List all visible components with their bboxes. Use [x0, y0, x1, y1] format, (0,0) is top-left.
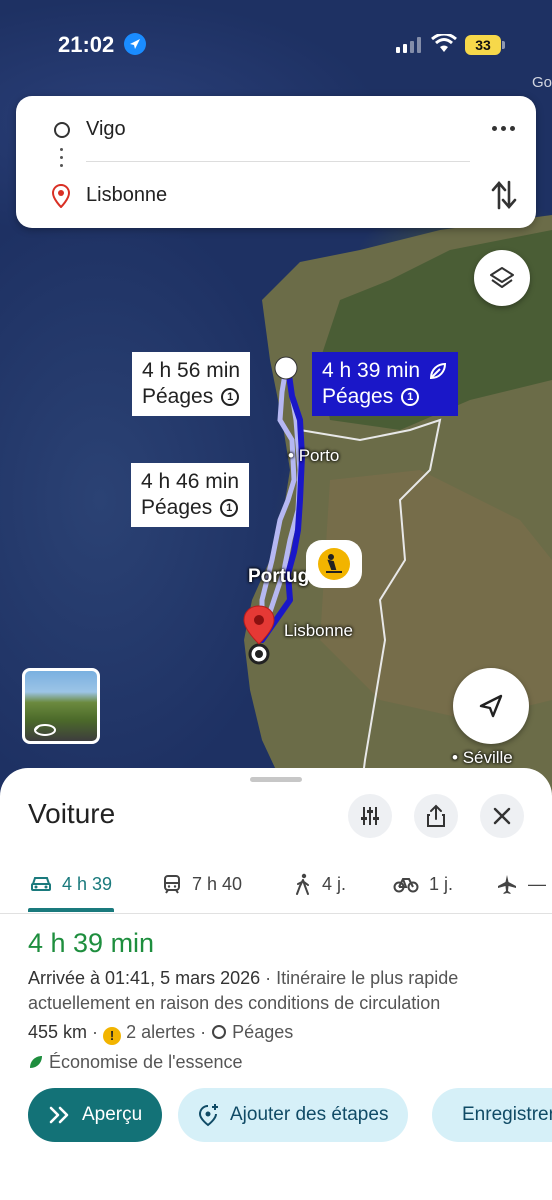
route-tolls: Péages: [141, 496, 213, 519]
sheet-title: Voiture: [28, 798, 116, 829]
battery-level: 33: [465, 35, 501, 55]
save-button[interactable]: Enregistrer: [432, 1088, 552, 1142]
status-bar: 21:02 33 Go: [0, 0, 552, 91]
route-duration: 4 h 39 min: [322, 359, 421, 382]
route-tolls: Péages: [322, 385, 394, 408]
location-arrow-icon: [124, 33, 146, 55]
city-label-lisbonne: Lisbonne: [284, 621, 354, 640]
save-label: Enregistrer: [462, 1104, 552, 1125]
route-label-alt-2[interactable]: 4 h 46 min Péages 1: [131, 463, 250, 527]
close-icon: [493, 807, 511, 825]
tab-bike[interactable]: 1 j.: [393, 864, 453, 904]
eco-leaf-icon: [430, 362, 447, 380]
navigation-arrow-icon: [479, 694, 503, 718]
eco-label: Économise de l'essence: [49, 1052, 243, 1072]
route-duration: 4 h 46 min: [141, 470, 240, 493]
double-chevron-icon: [49, 1106, 69, 1124]
roadwork-icon: [318, 548, 350, 580]
walk-icon: [296, 873, 309, 895]
directions-sheet: Voiture 4 h 39 7 h 40 4 j. 1 j. — 4 h 39…: [0, 768, 552, 1200]
route-search-card: Vigo Lisbonne: [16, 96, 536, 228]
destination-field[interactable]: Lisbonne: [86, 184, 167, 207]
tab-transit[interactable]: 7 h 40: [162, 864, 242, 904]
status-time: 21:02: [58, 32, 115, 57]
plane-icon: [498, 875, 516, 894]
stats-separator: ·: [200, 1022, 207, 1042]
overview-label: Aperçu: [82, 1104, 143, 1125]
field-divider: [86, 161, 470, 162]
route-stats: 455 km · ! 2 alertes · Péages: [28, 1020, 528, 1045]
route-alerts[interactable]: 2 alertes: [126, 1022, 195, 1042]
destination-pin-icon: [52, 184, 70, 208]
travel-mode-tabs: 4 h 39 7 h 40 4 j. 1 j. —: [0, 864, 552, 914]
toll-icon: 1: [220, 499, 239, 517]
arrival-time: Arrivée à 01:41, 5 mars 2026: [28, 968, 261, 988]
route-dots-icon: [60, 148, 64, 172]
wifi-icon: [431, 34, 457, 52]
add-location-icon: [198, 1104, 218, 1127]
layers-icon: [490, 267, 514, 288]
tab-walk[interactable]: 4 j.: [294, 864, 346, 904]
destination-map-pin: [243, 605, 275, 665]
layers-button[interactable]: [474, 250, 530, 306]
recenter-button[interactable]: [453, 668, 529, 744]
toll-icon: 1: [401, 388, 420, 406]
street-view-thumbnail[interactable]: [22, 668, 100, 744]
route-summary: Arrivée à 01:41, 5 mars 2026 · Itinérair…: [28, 966, 528, 1016]
alert-icon: !: [103, 1027, 122, 1045]
tab-transit-label: 7 h 40: [192, 873, 243, 894]
route-start-marker: [274, 356, 298, 380]
rotate-360-icon: [34, 724, 56, 736]
share-button[interactable]: [414, 794, 458, 838]
route-label-alt-1[interactable]: 4 h 56 min Péages 1: [132, 352, 251, 416]
route-tolls: Péages: [232, 1022, 294, 1042]
route-tolls: Péages: [142, 385, 214, 408]
swap-direction-icon[interactable]: [490, 178, 518, 212]
signal-icon: [396, 37, 421, 53]
car-icon: [31, 877, 51, 891]
eco-info: Économise de l'essence: [28, 1050, 528, 1075]
add-stops-label: Ajouter des étapes: [230, 1104, 389, 1125]
roadwork-alert-button[interactable]: [306, 540, 362, 588]
tab-flight[interactable]: —: [496, 864, 546, 904]
map-view[interactable]: 21:02 33 Go Vigo Lisbonne 4 h 56 min Péa…: [0, 0, 552, 800]
country-label-portugal: Portug: [248, 566, 310, 587]
tab-bike-label: 1 j.: [429, 873, 454, 894]
toll-icon: [212, 1025, 227, 1039]
origin-circle-icon: [54, 122, 70, 138]
share-icon: [427, 804, 445, 827]
tab-car-label: 4 h 39: [62, 873, 113, 894]
sliders-icon: [361, 807, 379, 825]
tab-car[interactable]: 4 h 39: [30, 864, 112, 904]
map-attribution: Go: [532, 74, 552, 91]
toll-icon: 1: [221, 388, 240, 406]
sheet-drag-handle[interactable]: [250, 777, 302, 782]
eco-leaf-icon: [30, 1056, 42, 1068]
stats-separator: ·: [92, 1022, 99, 1042]
route-label-selected[interactable]: 4 h 39 min Péages 1: [312, 352, 459, 416]
battery-tip: [502, 41, 505, 49]
route-distance: 455 km: [28, 1022, 88, 1042]
add-stops-button[interactable]: Ajouter des étapes: [178, 1088, 409, 1142]
overview-button[interactable]: Aperçu: [28, 1088, 163, 1142]
origin-field[interactable]: Vigo: [86, 118, 126, 141]
city-label-seville: • Séville: [452, 748, 513, 767]
route-duration: 4 h 56 min: [142, 359, 241, 382]
tab-walk-label: 4 j.: [322, 873, 347, 894]
route-options-button[interactable]: [348, 794, 392, 838]
train-icon: [164, 875, 180, 894]
route-duration-main: 4 h 39 min: [28, 928, 155, 958]
close-button[interactable]: [480, 794, 524, 838]
tab-flight-label: —: [528, 873, 546, 894]
active-tab-indicator: [28, 908, 114, 912]
more-options-icon[interactable]: [488, 116, 518, 140]
city-label-porto: • Porto: [288, 446, 340, 465]
bike-icon: [393, 878, 419, 893]
